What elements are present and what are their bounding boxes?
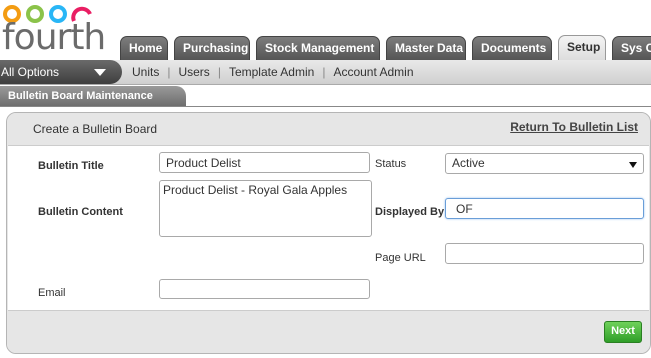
fourth-logo: fourth — [0, 0, 112, 60]
tab-setup[interactable]: Setup — [558, 35, 606, 61]
tab-sys-config[interactable]: Sys C — [612, 36, 651, 60]
all-options-label: All Options — [1, 65, 60, 79]
tab-master-data[interactable]: Master Data — [386, 36, 466, 60]
tab-documents[interactable]: Documents — [472, 36, 552, 60]
panel-title: Create a Bulletin Board — [33, 122, 158, 136]
form-body: Bulletin Title Bulletin Content Product … — [8, 145, 649, 311]
bulletin-title-label: Bulletin Title — [38, 160, 104, 172]
displayed-by-label: Displayed By — [375, 206, 445, 218]
main-tabs: Home Purchasing Stock Management Master … — [120, 35, 651, 62]
bulletin-content-textarea[interactable]: Product Delist - Royal Gala Apples — [159, 180, 372, 237]
return-to-bulletin-list-link[interactable]: Return To Bulletin List — [510, 120, 638, 134]
status-label: Status — [375, 158, 407, 170]
displayed-by-input[interactable] — [445, 198, 644, 219]
panel-header: Create a Bulletin Board Return To Bullet… — [7, 113, 650, 145]
status-selected-value: Active — [452, 156, 485, 170]
divider — [0, 106, 651, 107]
sublink-template-admin[interactable]: Template Admin — [221, 65, 322, 79]
bulletin-content-label: Bulletin Content — [38, 206, 123, 218]
email-label: Email — [38, 287, 66, 299]
bulletin-form-panel: Create a Bulletin Board Return To Bullet… — [6, 112, 651, 354]
chevron-down-icon — [629, 162, 637, 168]
chevron-down-icon — [94, 69, 106, 76]
bulletin-title-input[interactable] — [159, 152, 370, 173]
breadcrumb: Bulletin Board Maintenance — [0, 86, 186, 106]
tab-stock-management[interactable]: Stock Management — [256, 36, 380, 60]
email-input[interactable] — [159, 279, 370, 299]
panel-footer: Next — [7, 311, 650, 353]
tab-home[interactable]: Home — [120, 36, 168, 60]
page-url-label: Page URL — [375, 252, 426, 264]
status-select[interactable]: Active — [445, 153, 644, 174]
logo-text: fourth — [2, 17, 106, 58]
sub-links: Units | Users | Template Admin | Account Admin — [124, 60, 422, 84]
sub-navigation: All Options Units | Users | Template Admin | A… — [0, 60, 651, 85]
sublink-units[interactable]: Units — [124, 65, 167, 79]
next-button[interactable]: Next — [604, 321, 642, 343]
all-options-dropdown[interactable]: All Options — [0, 60, 122, 84]
tab-purchasing[interactable]: Purchasing — [174, 36, 250, 60]
sublink-users[interactable]: Users — [170, 65, 217, 79]
page-url-input[interactable] — [445, 243, 644, 264]
sublink-account-admin[interactable]: Account Admin — [325, 65, 421, 79]
